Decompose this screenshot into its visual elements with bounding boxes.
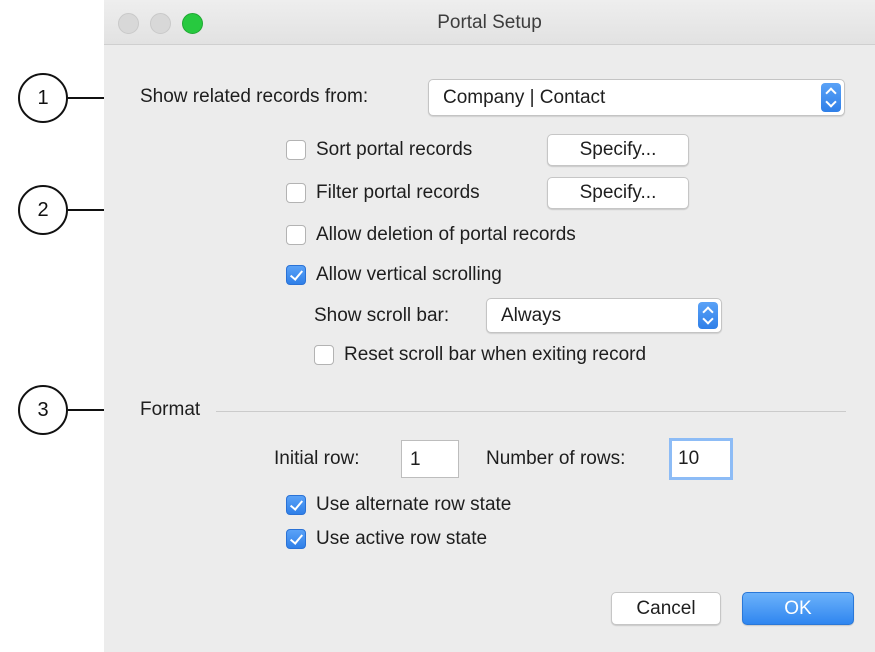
rows-label: Number of rows:: [486, 448, 626, 469]
rows-input[interactable]: 10: [669, 438, 733, 480]
filter-label: Filter portal records: [316, 182, 480, 203]
vertical-scrolling-label: Allow vertical scrolling: [316, 264, 502, 285]
initial-row-input[interactable]: 1: [401, 440, 459, 478]
title-bar: Portal Setup: [104, 0, 875, 45]
reset-scroll-bar-label: Reset scroll bar when exiting record: [344, 344, 647, 365]
scroll-bar-label: Show scroll bar:: [314, 305, 450, 326]
ok-button[interactable]: OK: [742, 592, 854, 625]
vertical-scrolling-checkbox[interactable]: [286, 265, 306, 285]
scroll-bar-select[interactable]: Always: [486, 298, 722, 333]
reset-scroll-bar-checkbox[interactable]: [314, 345, 334, 365]
initial-row-label: Initial row:: [274, 448, 360, 469]
related-records-value: Company | Contact: [443, 86, 606, 108]
alternate-row-label: Use alternate row state: [316, 494, 512, 515]
sort-specify-button[interactable]: Specify...: [547, 134, 689, 166]
callout-1: 1: [18, 73, 68, 123]
format-divider: [216, 411, 846, 412]
format-heading: Format: [140, 399, 201, 420]
window-title: Portal Setup: [437, 12, 542, 33]
callout-2: 2: [18, 185, 68, 235]
popup-stepper-icon: [698, 302, 718, 329]
related-records-select[interactable]: Company | Contact: [428, 79, 845, 116]
popup-stepper-icon: [821, 83, 841, 112]
active-row-label: Use active row state: [316, 528, 488, 549]
sort-label: Sort portal records: [316, 139, 473, 160]
active-row-checkbox[interactable]: [286, 529, 306, 549]
cancel-button[interactable]: Cancel: [611, 592, 721, 625]
scroll-bar-value: Always: [501, 304, 562, 326]
alternate-row-checkbox[interactable]: [286, 495, 306, 515]
portal-setup-dialog: Portal Setup Show related records from: …: [104, 0, 875, 652]
callout-3: 3: [18, 385, 68, 435]
sort-checkbox[interactable]: [286, 140, 306, 160]
deletion-checkbox[interactable]: [286, 225, 306, 245]
related-records-label: Show related records from:: [140, 86, 369, 107]
deletion-label: Allow deletion of portal records: [316, 224, 576, 245]
filter-specify-button[interactable]: Specify...: [547, 177, 689, 209]
filter-checkbox[interactable]: [286, 183, 306, 203]
